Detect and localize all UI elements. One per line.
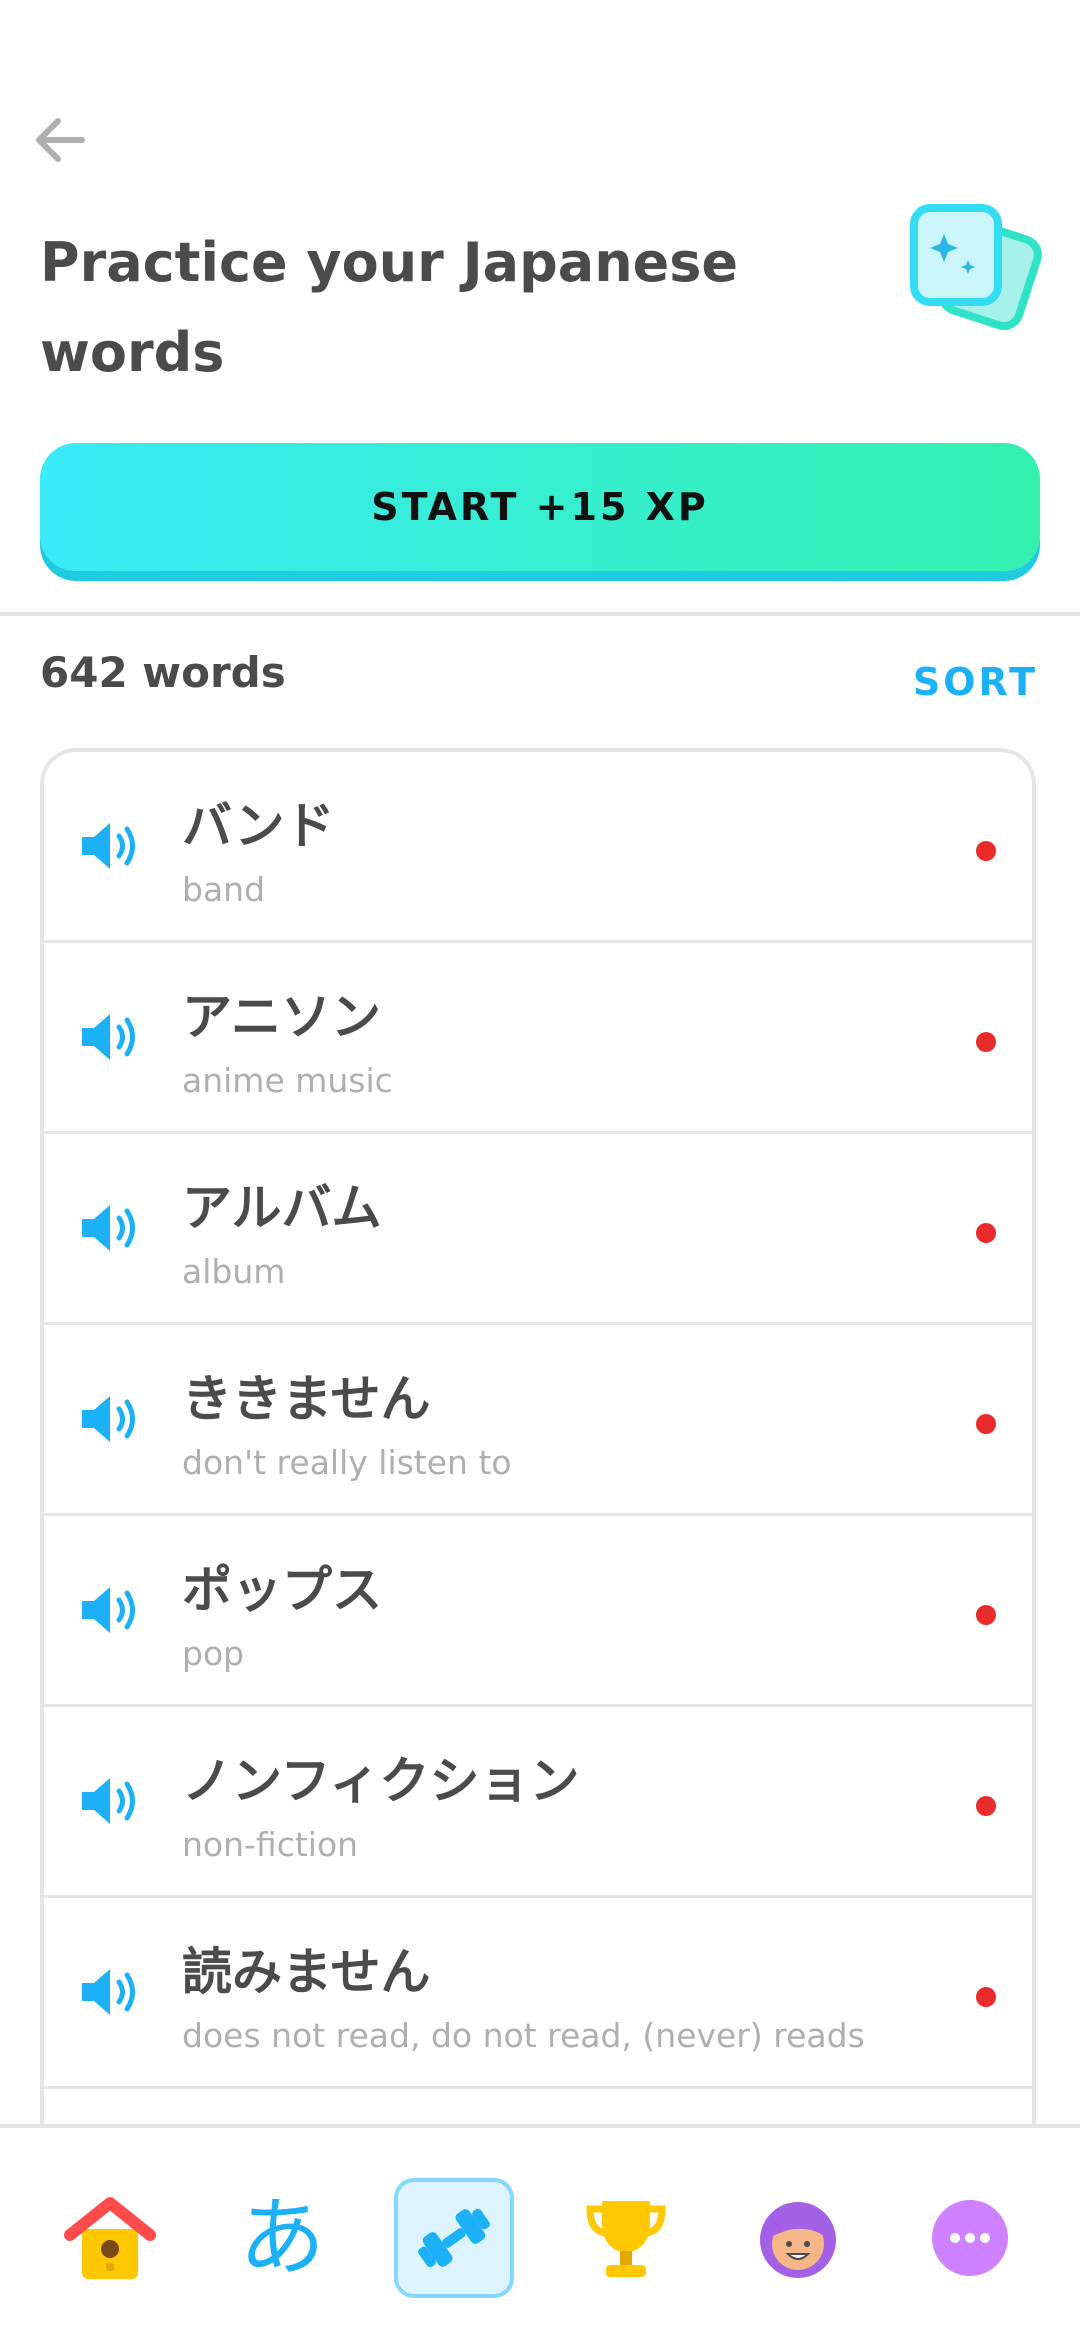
birdhouse-icon bbox=[64, 2197, 156, 2279]
word-meaning: album bbox=[182, 1252, 286, 1291]
strength-dot bbox=[976, 1605, 996, 1625]
word-row: 読みません does not read, do not read, (never… bbox=[44, 1898, 1032, 2089]
word-meaning: non-fiction bbox=[182, 1825, 359, 1864]
word-count: 642 words bbox=[40, 648, 286, 697]
word-list: バンド band アニソン anime music アルバム album ききま… bbox=[40, 748, 1036, 2168]
speaker-icon[interactable] bbox=[78, 1582, 142, 1638]
strength-dot bbox=[976, 1032, 996, 1052]
trophy-icon bbox=[586, 2201, 666, 2277]
nav-profile[interactable] bbox=[738, 2178, 858, 2298]
word-text: 読みません bbox=[182, 1943, 431, 2001]
strength-dot bbox=[976, 1987, 996, 2007]
more-icon bbox=[932, 2200, 1008, 2276]
strength-dot bbox=[976, 841, 996, 861]
speaker-icon[interactable] bbox=[78, 1773, 142, 1829]
speaker-icon[interactable] bbox=[78, 1200, 142, 1256]
page-title: Practice your Japanese words bbox=[40, 231, 739, 384]
word-text: ポップス bbox=[182, 1561, 382, 1619]
strength-dot bbox=[976, 1796, 996, 1816]
avatar-icon bbox=[760, 2202, 836, 2278]
hiragana-icon: あ bbox=[239, 2188, 325, 2288]
strength-dot bbox=[976, 1414, 996, 1434]
sparkle-cards-icon bbox=[906, 200, 1046, 332]
nav-characters[interactable]: あ bbox=[222, 2178, 342, 2298]
section-divider bbox=[0, 612, 1080, 616]
bottom-nav: あ bbox=[0, 2124, 1080, 2340]
word-text: ききません bbox=[182, 1370, 431, 1428]
nav-home[interactable] bbox=[50, 2178, 170, 2298]
word-meaning: band bbox=[182, 870, 266, 909]
word-row: ききません don't really listen to bbox=[44, 1325, 1032, 1516]
word-text: バンド bbox=[182, 797, 335, 855]
sort-button[interactable]: SORT bbox=[913, 660, 1038, 704]
strength-dot bbox=[976, 1223, 996, 1243]
dumbbell-icon bbox=[418, 2208, 490, 2268]
word-meaning: pop bbox=[182, 1634, 245, 1673]
speaker-icon[interactable] bbox=[78, 1964, 142, 2020]
nav-more[interactable] bbox=[910, 2178, 1030, 2298]
word-meaning: don't really listen to bbox=[182, 1443, 512, 1482]
word-text: ノンフィクション bbox=[182, 1752, 580, 1810]
arrow-left-icon bbox=[36, 118, 85, 162]
nav-practice[interactable] bbox=[394, 2178, 514, 2298]
word-row: ノンフィクション non-fiction bbox=[44, 1707, 1032, 1898]
speaker-icon[interactable] bbox=[78, 1009, 142, 1065]
speaker-icon[interactable] bbox=[78, 818, 142, 874]
word-row: アルバム album bbox=[44, 1134, 1032, 1325]
word-text: アルバム bbox=[182, 1179, 382, 1237]
word-row: ポップス pop bbox=[44, 1516, 1032, 1707]
back-button[interactable] bbox=[28, 108, 92, 172]
start-practice-button[interactable]: START +15 XP bbox=[40, 443, 1040, 571]
speaker-icon[interactable] bbox=[78, 1391, 142, 1447]
word-meaning: anime music bbox=[182, 1061, 393, 1100]
word-meaning: does not read, do not read, (never) read… bbox=[182, 2016, 865, 2055]
nav-leaderboards[interactable] bbox=[566, 2178, 686, 2298]
word-row: バンド band bbox=[44, 752, 1032, 943]
word-text: アニソン bbox=[182, 988, 381, 1046]
word-row: アニソン anime music bbox=[44, 943, 1032, 1134]
